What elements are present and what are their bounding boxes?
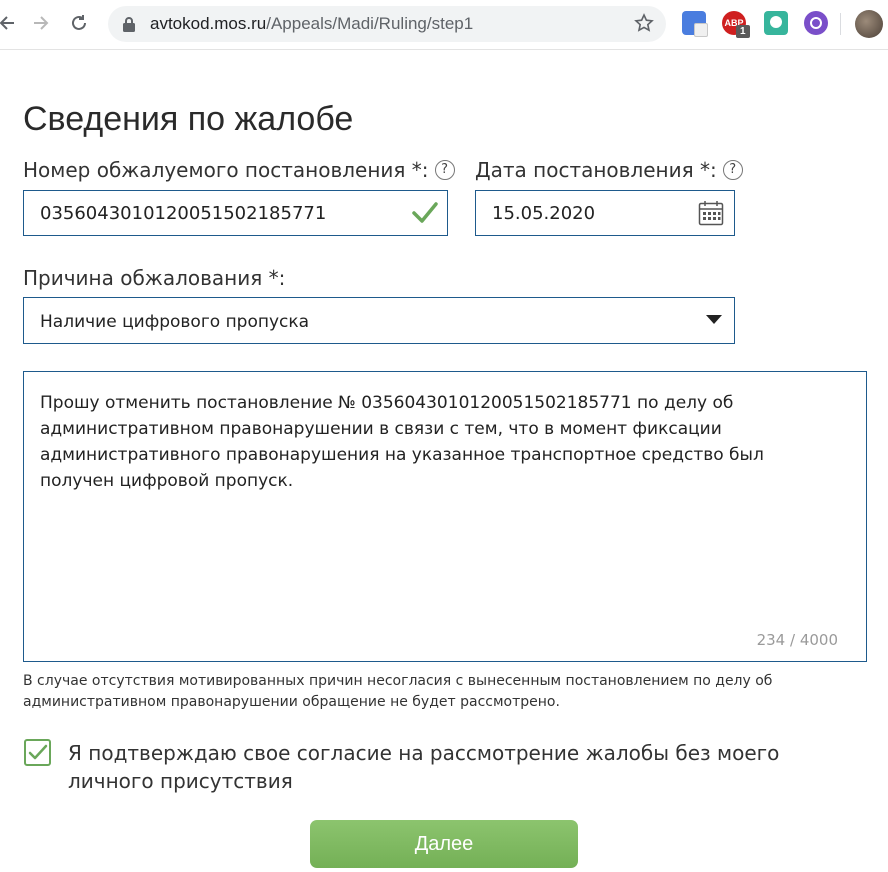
viber-extension-icon[interactable] — [804, 11, 828, 35]
adblock-count-badge: 1 — [736, 25, 750, 38]
address-bar[interactable]: avtokod.mos.ru/Appeals/Madi/Ruling/step1 — [108, 6, 666, 42]
url-host: avtokod.mos.ru — [150, 14, 267, 33]
calendar-icon[interactable] — [698, 200, 724, 230]
ruling-number-label: Номер обжалуемого постановления *: ? — [23, 158, 455, 182]
consent-label[interactable]: Я подтверждаю свое согласие на рассмотре… — [68, 739, 868, 795]
toolbar-divider — [840, 13, 841, 35]
complaint-textarea[interactable]: Прошу отменить постановление № 035604301… — [23, 371, 867, 662]
dropdown-arrow-icon — [706, 315, 722, 324]
reason-selected-value: Наличие цифрового пропуска — [40, 312, 310, 332]
translate-extension-icon[interactable] — [682, 11, 708, 37]
page-title: Сведения по жалобе — [23, 100, 354, 138]
green-extension-icon[interactable] — [764, 11, 788, 35]
profile-avatar[interactable] — [855, 10, 883, 38]
ruling-date-label: Дата постановления *: ? — [475, 158, 743, 182]
lock-icon — [122, 16, 136, 36]
valid-check-icon — [411, 200, 439, 230]
ruling-date-help-icon[interactable]: ? — [722, 160, 743, 180]
forward-icon[interactable] — [30, 12, 52, 34]
ruling-number-help-icon[interactable]: ? — [434, 160, 455, 180]
url-text: avtokod.mos.ru/Appeals/Madi/Ruling/step1 — [150, 14, 473, 34]
browser-toolbar: avtokod.mos.ru/Appeals/Madi/Ruling/step1… — [0, 0, 888, 50]
ruling-number-value: 0356043010120051502185771 — [40, 203, 327, 224]
reason-label: Причина обжалования *: — [23, 266, 286, 290]
character-counter: 234 / 4000 — [756, 631, 838, 649]
consent-checkbox[interactable] — [24, 739, 51, 766]
complaint-text: Прошу отменить постановление № 035604301… — [40, 393, 764, 491]
url-path: /Appeals/Madi/Ruling/step1 — [266, 14, 474, 33]
back-icon[interactable] — [0, 12, 18, 34]
ruling-date-label-text: Дата постановления *: — [475, 158, 717, 182]
bookmark-star-icon[interactable] — [634, 13, 654, 37]
next-button[interactable]: Далее — [310, 820, 578, 868]
checkmark-icon — [28, 744, 48, 760]
reload-icon[interactable] — [68, 12, 90, 34]
ruling-number-label-text: Номер обжалуемого постановления *: — [23, 158, 429, 182]
ruling-date-field[interactable]: 15.05.2020 — [475, 190, 735, 236]
ruling-date-value: 15.05.2020 — [492, 203, 596, 224]
reason-select[interactable]: Наличие цифрового пропуска — [23, 297, 735, 344]
hint-text: В случае отсутствия мотивированных причи… — [23, 673, 773, 710]
ruling-number-field[interactable]: 0356043010120051502185771 — [23, 190, 448, 236]
